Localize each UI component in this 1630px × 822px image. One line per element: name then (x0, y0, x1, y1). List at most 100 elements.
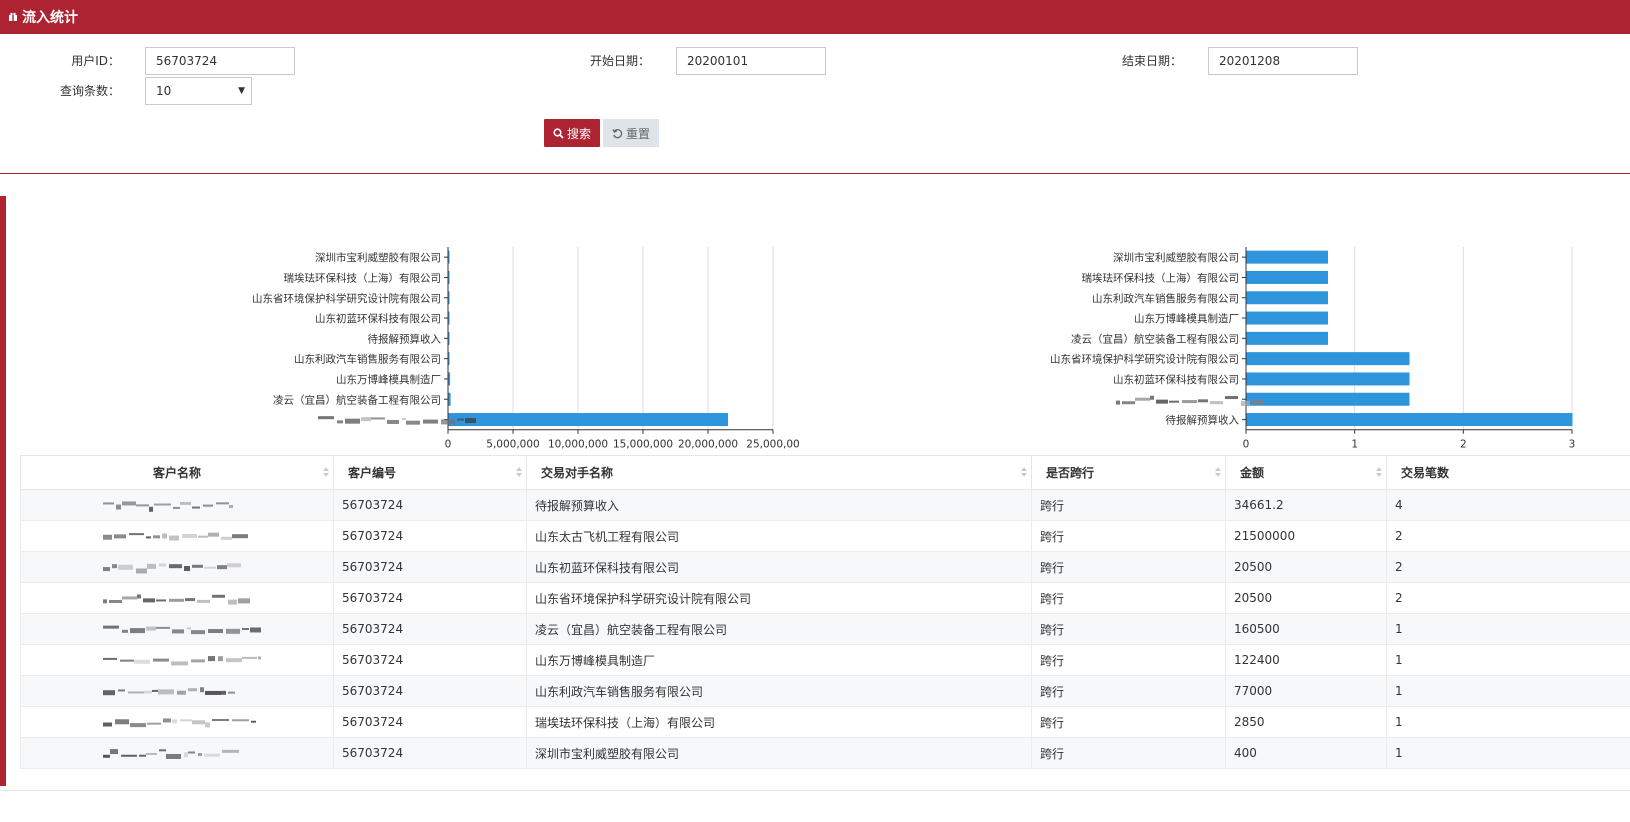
cell-customer-no: 56703724 (333, 551, 527, 583)
sort-icon[interactable] (1215, 466, 1221, 478)
bar[interactable] (448, 331, 450, 345)
table-row[interactable]: 56703724 瑞埃珐环保科技（上海）有限公司 跨行 2850 1 (20, 706, 1630, 738)
table-row[interactable]: 56703724 山东初蓝环保科技有限公司 跨行 20500 2 (20, 551, 1630, 583)
cell-customer-name (20, 582, 334, 614)
cell-amount: 160500 (1225, 613, 1387, 645)
cell-amount: 122400 (1225, 644, 1387, 676)
redacted-name (103, 656, 261, 666)
sort-icon[interactable] (1021, 466, 1027, 478)
cell-customer-no: 56703724 (333, 489, 527, 521)
x-tick-label: 25,000,00 (746, 439, 799, 450)
bar[interactable] (1246, 392, 1410, 406)
cell-customer-name (20, 706, 334, 738)
page-title: 流入统计 (22, 10, 78, 26)
column-header-amount[interactable]: 金额 (1225, 455, 1387, 490)
cell-counterparty: 凌云（宜昌）航空装备工程有限公司 (526, 613, 1032, 645)
redacted-name (103, 594, 250, 605)
start-date-input[interactable]: 20200101 (676, 47, 826, 75)
end-date-input[interactable]: 20201208 (1208, 47, 1358, 75)
cell-amount: 2850 (1225, 706, 1387, 738)
sort-icon[interactable] (1376, 466, 1382, 478)
bar[interactable] (1246, 291, 1329, 305)
cell-txn-count: 2 (1386, 551, 1630, 583)
cell-customer-name (20, 675, 334, 707)
cell-customer-no: 56703724 (333, 613, 527, 645)
column-header-cross-bank[interactable]: 是否跨行 (1031, 455, 1226, 490)
y-tick-label: 山东初蓝环保科技有限公司 (315, 312, 441, 325)
cell-amount: 21500000 (1225, 520, 1387, 552)
bar[interactable] (1246, 352, 1410, 366)
table-row[interactable]: 56703724 山东省环境保护科学研究设计院有限公司 跨行 20500 2 (20, 582, 1630, 614)
table-row[interactable]: 56703724 凌云（宜昌）航空装备工程有限公司 跨行 160500 1 (20, 613, 1630, 645)
cell-counterparty: 待报解预算收入 (526, 489, 1032, 521)
column-header-customer-name[interactable]: 客户名称 (20, 455, 334, 490)
redacted-name (103, 687, 235, 696)
bar[interactable] (1246, 331, 1329, 345)
redacted-name (103, 625, 261, 635)
cell-counterparty: 山东万博峰模具制造厂 (526, 644, 1032, 676)
bar[interactable] (448, 413, 729, 427)
bar[interactable] (1246, 413, 1573, 427)
cell-customer-no: 56703724 (333, 644, 527, 676)
bar[interactable] (448, 270, 450, 284)
y-tick-label: 山东利政汽车销售服务有限公司 (294, 353, 441, 366)
y-tick-label: 瑞埃珐环保科技（上海）有限公司 (284, 271, 442, 284)
y-tick-label: 山东省环境保护科学研究设计院有限公司 (1050, 353, 1239, 366)
x-tick-label: 15,000,000 (613, 439, 673, 450)
cell-counterparty: 山东太古飞机工程有限公司 (526, 520, 1032, 552)
search-button[interactable]: 搜索 (544, 119, 600, 147)
bar[interactable] (1246, 311, 1329, 325)
table-row[interactable]: 56703724 山东利政汽车销售服务有限公司 跨行 77000 1 (20, 675, 1630, 707)
y-tick-label: 瑞埃珐环保科技（上海）有限公司 (1082, 271, 1240, 284)
bar[interactable] (448, 352, 450, 366)
y-tick-label: 待报解预算收入 (368, 332, 442, 345)
table-row[interactable]: 56703724 深圳市宝利威塑胶有限公司 跨行 400 1 (20, 737, 1630, 769)
user-id-input[interactable]: 56703724 (145, 47, 295, 75)
cell-customer-name (20, 737, 334, 769)
redacted-name-image (103, 749, 239, 759)
column-header-counterparty[interactable]: 交易对手名称 (526, 455, 1032, 490)
cell-customer-name (20, 644, 334, 676)
cell-cross-bank: 跨行 (1031, 706, 1226, 738)
count-bar-chart: 深圳市宝利威塑胶有限公司瑞埃珐环保科技（上海）有限公司山东利政汽车销售服务有限公… (1050, 247, 1575, 450)
reset-button[interactable]: 重置 (603, 119, 659, 147)
cell-amount: 77000 (1225, 675, 1387, 707)
redacted-name-image (103, 625, 261, 635)
column-header-txn-count[interactable]: 交易笔数 (1386, 455, 1630, 490)
search-icon (553, 127, 564, 139)
bar[interactable] (1246, 372, 1410, 386)
redacted-name-image (103, 687, 235, 696)
cell-amount: 20500 (1225, 582, 1387, 614)
cell-txn-count: 1 (1386, 613, 1630, 645)
bar[interactable] (448, 392, 451, 406)
cell-customer-name (20, 489, 334, 521)
y-tick-label: 山东万博峰模具制造厂 (336, 373, 441, 386)
cell-txn-count: 1 (1386, 706, 1630, 738)
amount-bar-chart: 深圳市宝利威塑胶有限公司瑞埃珐环保科技（上海）有限公司山东省环境保护科学研究设计… (252, 247, 800, 450)
bar[interactable] (448, 291, 450, 305)
cell-txn-count: 1 (1386, 675, 1630, 707)
query-count-select[interactable]: 10 ▼ (145, 77, 252, 105)
reset-button-label: 重置 (625, 126, 650, 141)
cell-cross-bank: 跨行 (1031, 489, 1226, 521)
bar[interactable] (448, 372, 451, 386)
x-tick-label: 10,000,000 (548, 439, 608, 450)
bar[interactable] (1246, 270, 1329, 284)
sort-icon[interactable] (516, 466, 522, 478)
cell-txn-count: 2 (1386, 520, 1630, 552)
cell-counterparty: 山东初蓝环保科技有限公司 (526, 551, 1032, 583)
column-header-customer-no[interactable]: 客户编号 (333, 455, 527, 490)
table-row[interactable]: 56703724 山东万博峰模具制造厂 跨行 122400 1 (20, 644, 1630, 676)
bottom-divider (0, 790, 1630, 791)
sort-icon[interactable] (323, 466, 329, 478)
table-row[interactable]: 56703724 待报解预算收入 跨行 34661.2 4 (20, 489, 1630, 521)
bar[interactable] (448, 311, 450, 325)
bar[interactable] (1246, 250, 1329, 264)
y-tick-label: 凌云（宜昌）航空装备工程有限公司 (273, 393, 441, 406)
cell-customer-name (20, 520, 334, 552)
bar[interactable] (448, 250, 450, 264)
table-row[interactable]: 56703724 山东太古飞机工程有限公司 跨行 21500000 2 (20, 520, 1630, 552)
cell-cross-bank: 跨行 (1031, 551, 1226, 583)
redacted-name-image (103, 563, 241, 574)
cell-customer-no: 56703724 (333, 582, 527, 614)
